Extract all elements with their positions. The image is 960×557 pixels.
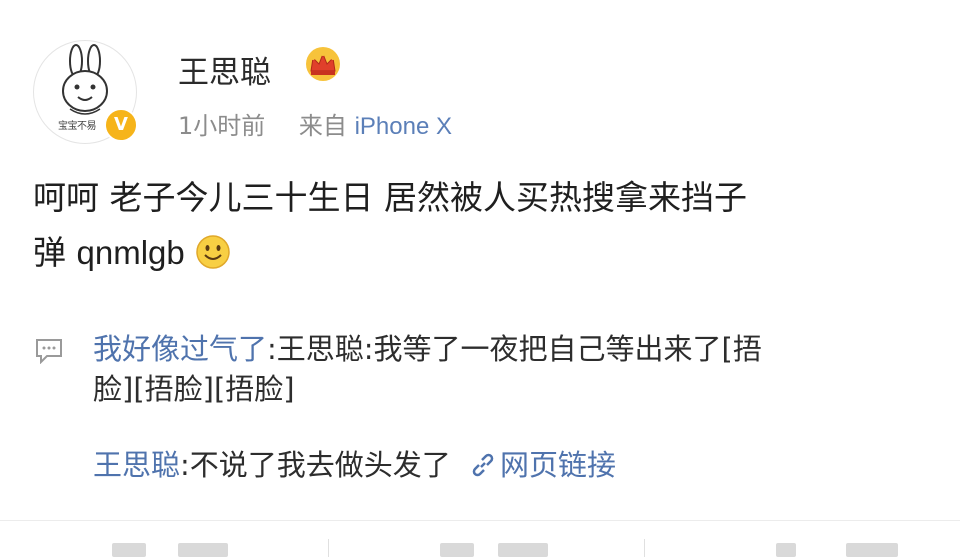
link-icon bbox=[472, 453, 494, 477]
like-icon[interactable] bbox=[776, 543, 796, 557]
comment-action-icon[interactable] bbox=[440, 543, 474, 557]
post-line-1: 呵呵 老子今儿三十生日 居然被人买热搜拿来挡子 bbox=[33, 178, 747, 217]
crown-icon bbox=[306, 47, 340, 81]
comment-icon bbox=[36, 339, 62, 364]
repost-icon[interactable] bbox=[112, 543, 146, 557]
comment-text-line-1: :王思聪:我等了一夜把自己等出来了[捂 bbox=[267, 332, 762, 366]
web-link-label[interactable]: 网页链接 bbox=[500, 448, 616, 482]
post-time: 1小时前 bbox=[178, 112, 266, 140]
post-line-2-cjk: 弹 bbox=[33, 233, 77, 272]
action-bar bbox=[0, 520, 960, 557]
avatar-caption: 宝宝不易 bbox=[58, 121, 97, 132]
comment-text: :不说了我去做头发了 bbox=[180, 448, 461, 482]
post-text: 呵呵 老子今儿三十生日 居然被人买热搜拿来挡子 弹 qnmlgb bbox=[33, 170, 933, 280]
action-divider bbox=[328, 539, 329, 557]
username[interactable]: 王思聪 bbox=[178, 47, 271, 92]
comment-item: 我好像过气了:王思聪:我等了一夜把自己等出来了[捂 脸][捂脸][捂脸] bbox=[93, 329, 923, 409]
source-device[interactable]: iPhone X bbox=[355, 113, 452, 140]
comment-list: 我好像过气了:王思聪:我等了一夜把自己等出来了[捂 脸][捂脸][捂脸] 王思聪… bbox=[93, 329, 923, 485]
post-meta: 1小时前 来自 iPhone X bbox=[178, 106, 452, 141]
verified-mark: V bbox=[114, 114, 128, 135]
comment-count bbox=[498, 543, 548, 557]
comment-text-line-2: 脸][捂脸][捂脸] bbox=[93, 372, 295, 406]
web-link[interactable]: 网页链接 bbox=[470, 448, 616, 482]
comment-author[interactable]: 我好像过气了 bbox=[93, 332, 267, 366]
source-prefix: 来自 bbox=[298, 112, 347, 140]
comment-author[interactable]: 王思聪 bbox=[93, 448, 180, 482]
post-line-2: 弹 qnmlgb bbox=[33, 225, 933, 280]
repost-count bbox=[178, 543, 228, 557]
action-divider bbox=[644, 539, 645, 557]
smile-emoji-icon bbox=[195, 235, 230, 269]
post-line-2-latin: qnmlgb bbox=[76, 234, 185, 271]
like-count bbox=[846, 543, 898, 557]
verified-icon: V bbox=[104, 108, 138, 142]
comment-item: 王思聪:不说了我去做头发了 网页链接 bbox=[93, 445, 923, 485]
